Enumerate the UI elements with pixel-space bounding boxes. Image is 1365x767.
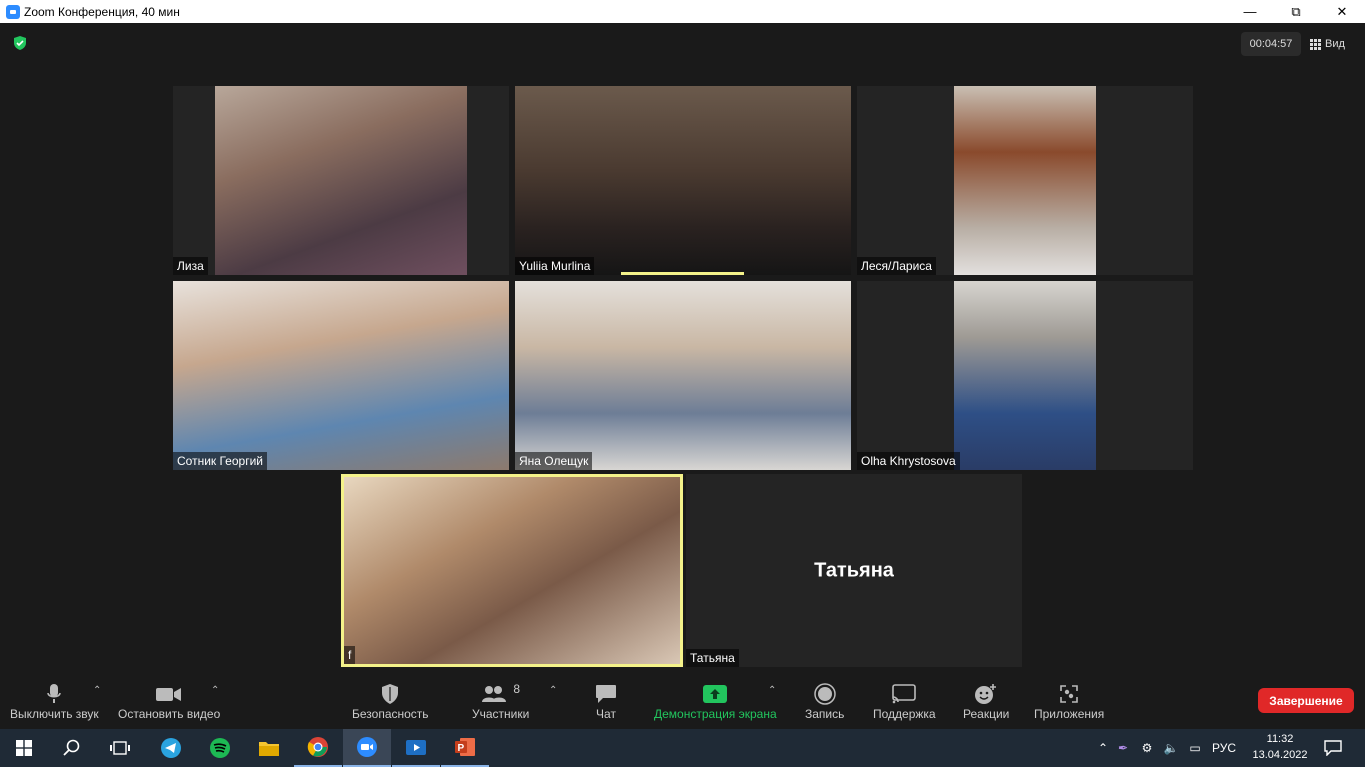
cast-icon	[891, 681, 917, 707]
speaking-indicator	[621, 272, 744, 275]
share-options-caret-icon[interactable]: ⌃	[768, 685, 776, 696]
stop-video-label: Остановить видео	[118, 707, 221, 721]
participant-video	[215, 86, 467, 275]
grid-icon	[1310, 38, 1321, 50]
spotify-icon[interactable]	[196, 729, 244, 767]
window-title: Zoom Конференция, 40 мин	[24, 4, 180, 19]
clock-time: 11:32	[1266, 733, 1294, 745]
network-tray-icon[interactable]: ⚙	[1135, 741, 1159, 755]
participant-video	[515, 281, 851, 470]
powerpoint-icon[interactable]: P	[441, 729, 489, 767]
record-button[interactable]: Запись	[805, 681, 844, 721]
file-explorer-icon[interactable]	[245, 729, 293, 767]
record-label: Запись	[805, 707, 845, 721]
minimize-button[interactable]: —	[1227, 0, 1273, 23]
view-button[interactable]: Вид	[1310, 32, 1345, 56]
participant-name: Yuliia Murlina	[515, 257, 595, 275]
reactions-button[interactable]: Реакции	[963, 681, 1009, 721]
encryption-shield-icon[interactable]	[12, 35, 28, 51]
participant-tile[interactable]: Лиза	[173, 86, 509, 275]
participant-name: Лиза	[173, 257, 208, 275]
participants-label: Участники	[472, 707, 530, 721]
chat-label: Чат	[596, 707, 616, 721]
apps-icon	[1059, 681, 1079, 707]
start-windows-icon[interactable]	[0, 729, 48, 767]
meeting-timer: 00:04:57	[1241, 32, 1301, 56]
microphone-icon	[46, 681, 62, 707]
restore-button[interactable]: ⧉	[1273, 0, 1319, 23]
audio-options-caret-icon[interactable]: ⌃	[93, 685, 101, 696]
participants-count: 8	[513, 682, 520, 696]
security-button[interactable]: Безопасность	[352, 681, 429, 721]
system-clock[interactable]: 11:32 13.04.2022	[1250, 731, 1310, 763]
chat-icon	[595, 681, 617, 707]
mute-label: Выключить звук	[10, 707, 99, 721]
chrome-icon[interactable]	[294, 729, 342, 767]
zoom-app-icon	[6, 4, 20, 19]
record-icon	[813, 681, 836, 707]
participant-tile[interactable]: Леся/Лариса	[857, 86, 1193, 275]
participant-name: Сотник Георгий	[173, 452, 267, 470]
participant-tile[interactable]: Olha Khrystosova	[857, 281, 1193, 470]
share-screen-label: Демонстрация экрана	[654, 707, 777, 721]
participant-video	[515, 86, 851, 275]
volume-icon[interactable]: 🔈	[1159, 741, 1183, 755]
participant-tile[interactable]: Yuliia Murlina	[515, 86, 851, 275]
participant-video	[173, 281, 509, 470]
task-view-icon[interactable]	[96, 729, 144, 767]
participants-icon: 8	[481, 681, 520, 707]
participant-display-name: Татьяна	[814, 559, 894, 581]
telegram-icon[interactable]	[147, 729, 195, 767]
share-screen-icon	[702, 681, 728, 707]
support-label: Поддержка	[873, 707, 936, 721]
participant-video	[954, 281, 1096, 470]
participant-name: Леся/Лариса	[857, 257, 936, 275]
end-meeting-button[interactable]: Завершение	[1258, 688, 1354, 713]
smiley-plus-icon	[974, 681, 998, 707]
show-hidden-icons-chevron-icon[interactable]: ⌃	[1095, 741, 1111, 755]
view-label: Вид	[1325, 38, 1345, 50]
participant-tile[interactable]: Сотник Георгий	[173, 281, 509, 470]
reactions-label: Реакции	[963, 707, 1010, 721]
zoom-icon[interactable]	[343, 729, 391, 767]
apps-button[interactable]: Приложения	[1034, 681, 1104, 721]
video-player-icon[interactable]	[392, 729, 440, 767]
participants-options-caret-icon[interactable]: ⌃	[549, 685, 557, 696]
participant-tile[interactable]: f	[341, 474, 683, 667]
mute-button[interactable]: Выключить звук	[10, 681, 99, 721]
shield-icon	[381, 681, 399, 707]
notifications-icon[interactable]	[1312, 729, 1354, 767]
feather-app-icon[interactable]: ✒	[1111, 741, 1135, 755]
participant-tile[interactable]: Яна Олещук	[515, 281, 851, 470]
svg-text:P: P	[458, 743, 465, 754]
language-indicator[interactable]: РУС	[1207, 741, 1241, 755]
security-label: Безопасность	[352, 707, 429, 721]
system-tray: ⌃ ✒ ⚙ 🔈 ▭ РУС	[1095, 729, 1241, 767]
share-screen-button[interactable]: Демонстрация экрана	[654, 681, 777, 721]
display-icon[interactable]: ▭	[1183, 741, 1207, 755]
windows-taskbar: P ⌃ ✒ ⚙ 🔈 ▭ РУС 11:32 13.04.2022	[0, 729, 1365, 767]
participant-tile[interactable]: Татьяна Татьяна	[686, 474, 1022, 667]
clock-date: 13.04.2022	[1252, 749, 1308, 761]
close-button[interactable]: ✕	[1319, 0, 1365, 23]
participant-name: Яна Олещук	[515, 452, 593, 470]
title-bar: Zoom Конференция, 40 мин — ⧉ ✕	[0, 0, 1365, 23]
participants-button[interactable]: 8 Участники	[472, 681, 529, 721]
camera-icon	[156, 681, 182, 707]
apps-label: Приложения	[1034, 707, 1105, 721]
video-options-caret-icon[interactable]: ⌃	[211, 685, 219, 696]
chat-button[interactable]: Чат	[595, 681, 617, 721]
participant-name: Olha Khrystosova	[857, 452, 960, 470]
participant-video	[344, 477, 680, 664]
video-stage: 00:04:57 Вид Лиза Yuliia Murlina Леся/Ла…	[0, 23, 1365, 677]
meeting-toolbar: Выключить звук ⌃ Остановить видео ⌃ Безо…	[0, 677, 1365, 729]
participant-video	[954, 86, 1096, 275]
search-icon[interactable]	[48, 729, 96, 767]
participant-name: f	[344, 646, 356, 664]
stop-video-button[interactable]: Остановить видео	[118, 681, 220, 721]
support-button[interactable]: Поддержка	[873, 681, 936, 721]
participant-name: Татьяна	[686, 649, 739, 667]
